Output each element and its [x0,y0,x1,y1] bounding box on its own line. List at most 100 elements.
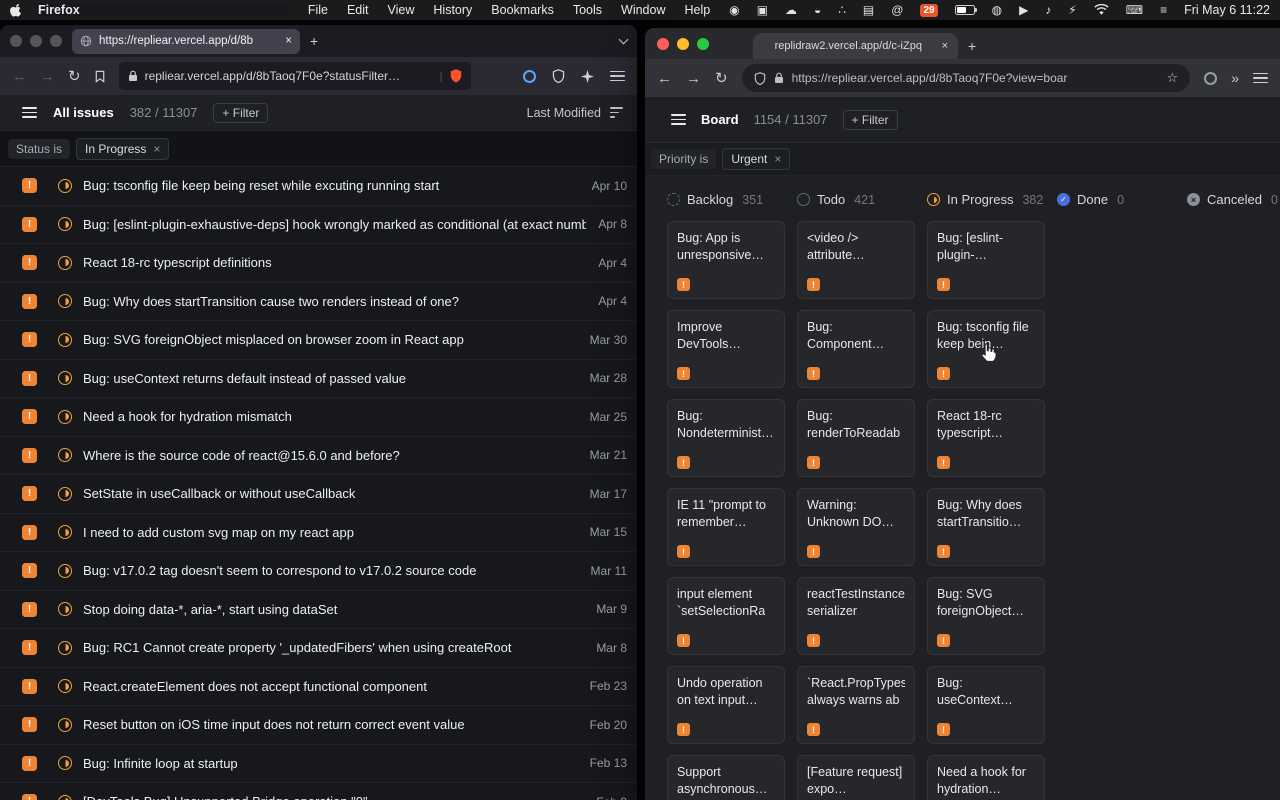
issue-row[interactable]: ! Reset button on iOS time input does no… [0,706,637,745]
mention-icon[interactable]: @ [891,3,903,17]
issue-row[interactable]: ! [DevTools Bug] Unsupported Bridge oper… [0,783,637,800]
menu-icon[interactable] [610,71,625,82]
new-tab-button[interactable]: + [310,34,318,48]
address-bar[interactable]: https://repliear.vercel.app/d/8bTaoq7F0e… [742,64,1191,92]
column-header[interactable]: Todo 421 [797,192,915,207]
control-center-icon[interactable]: ≡ [1160,3,1167,17]
zoom-button[interactable] [50,35,62,47]
issue-row[interactable]: ! Bug: useContext returns default instea… [0,360,637,399]
play-icon[interactable]: ▶ [1019,3,1028,17]
sidebar-toggle-icon[interactable] [22,107,37,118]
reload-button[interactable]: ↻ [68,69,81,84]
issue-row[interactable]: ! Bug: Why does startTransition cause tw… [0,283,637,322]
brave-shield-icon[interactable] [450,69,462,83]
record-icon[interactable]: ◉ [729,3,739,17]
eject-icon[interactable]: ◍ [992,3,1002,17]
column-header[interactable]: Canceled 0 [1187,192,1280,207]
board-card[interactable]: Improve DevTools… ! [667,310,785,388]
board-card[interactable]: Bug: SVG foreignObject… ! [927,577,1045,655]
board-card[interactable]: Bug: Nondeterminist… ! [667,399,785,477]
board-card[interactable]: reactTestInstance serializer ! [797,577,915,655]
column-header[interactable]: Backlog 351 [667,192,785,207]
issue-row[interactable]: ! Stop doing data-*, aria-*, start using… [0,591,637,630]
board-card[interactable]: Bug: renderToReadab ! [797,399,915,477]
board-card[interactable]: React 18-rc typescript… ! [927,399,1045,477]
menu-icon[interactable] [1253,73,1268,84]
board-card[interactable]: Bug: [eslint-plugin-… ! [927,221,1045,299]
new-tab-button[interactable]: + [968,38,976,54]
menu-help[interactable]: Help [684,3,710,17]
back-button[interactable]: ← [657,71,672,86]
issue-row[interactable]: ! Bug: tsconfig file keep being reset wh… [0,167,637,206]
browser-tab[interactable]: https://repliear.vercel.app/d/8b × [72,29,300,54]
menu-window[interactable]: Window [621,3,665,17]
apple-icon[interactable] [10,3,22,17]
forward-button[interactable]: → [40,69,55,84]
menubar-clock[interactable]: Fri May 6 11:22 [1184,3,1270,17]
menu-view[interactable]: View [388,3,415,17]
bookmark-star-icon[interactable]: ☆ [1167,70,1179,86]
remove-filter-icon[interactable]: × [153,142,160,156]
battery-icon[interactable] [955,5,975,15]
issue-row[interactable]: ! Need a hook for hydration mismatch Mar… [0,398,637,437]
board-card[interactable]: input element `setSelectionRa ! [667,577,785,655]
board-card[interactable]: Bug: App is unresponsive… ! [667,221,785,299]
paw-icon[interactable]: ∴ [838,3,846,17]
issue-row[interactable]: ! React.createElement does not accept fu… [0,668,637,707]
menu-file[interactable]: File [308,3,328,17]
board-card[interactable]: [Feature request] expo… ! [797,755,915,800]
issue-row[interactable]: ! Bug: [eslint-plugin-exhaustive-deps] h… [0,206,637,245]
board-card[interactable]: <video /> attribute… ! [797,221,915,299]
menu-firefox[interactable]: Firefox [38,3,289,17]
issue-row[interactable]: ! React 18-rc typescript definitions Apr… [0,244,637,283]
minimize-button[interactable] [30,35,42,47]
menu-edit[interactable]: Edit [347,3,369,17]
overflow-icon[interactable]: » [1231,70,1239,86]
board-card[interactable]: Bug: Component… ! [797,310,915,388]
issue-row[interactable]: ! Where is the source code of react@15.6… [0,437,637,476]
board-card[interactable]: IE 11 "prompt to remember… ! [667,488,785,566]
browser-tab[interactable]: replidraw2.vercel.app/d/c-iZpq × [753,33,958,59]
back-button[interactable]: ← [12,69,27,84]
list-tabs-icon[interactable] [619,35,629,45]
add-filter-button[interactable]: + Filter [843,110,898,130]
board-card[interactable]: Warning: Unknown DO… ! [797,488,915,566]
charge-icon[interactable]: ⚡ [1068,3,1076,17]
menu-bookmarks[interactable]: Bookmarks [491,3,554,17]
reload-button[interactable]: ↻ [715,71,728,86]
menu-tools[interactable]: Tools [573,3,602,17]
keyboard-icon[interactable]: ⌨ [1126,3,1143,17]
issue-row[interactable]: ! Bug: Infinite loop at startup Feb 13 [0,745,637,784]
bookmark-icon[interactable] [94,70,106,83]
add-filter-button[interactable]: + Filter [213,103,268,123]
sidebar-toggle-icon[interactable] [671,114,686,125]
issue-row[interactable]: ! SetState in useCallback or without use… [0,475,637,514]
minimize-button[interactable] [677,38,689,50]
board-card[interactable]: Bug: Why does startTransitio… ! [927,488,1045,566]
tab-close-icon[interactable]: × [285,35,292,47]
display-icon[interactable]: ▤ [863,3,874,17]
badge-29[interactable]: 29 [920,4,937,17]
menu-history[interactable]: History [433,3,472,17]
cloud-icon[interactable]: ☁ [785,3,797,17]
video-icon[interactable]: ▣ [757,3,768,17]
container-badge-icon[interactable] [523,70,536,83]
issue-row[interactable]: ! Bug: v17.0.2 tag doesn't seem to corre… [0,552,637,591]
extensions-icon[interactable] [581,70,594,83]
close-button[interactable] [657,38,669,50]
board-card[interactable]: Undo operation on text input… ! [667,666,785,744]
volume-icon[interactable]: ♪ [1045,3,1051,17]
zoom-button[interactable] [697,38,709,50]
tab-close-icon[interactable]: × [942,40,948,52]
board-card[interactable]: Bug: useContext… ! [927,666,1045,744]
filter-value-chip[interactable]: In Progress × [76,138,169,160]
column-header[interactable]: In Progress 382 [927,192,1045,207]
board-card[interactable]: Support asynchronous… ! [667,755,785,800]
forward-button[interactable]: → [686,71,701,86]
issue-row[interactable]: ! I need to add custom svg map on my rea… [0,514,637,553]
board-card[interactable]: Need a hook for hydration… ! [927,755,1045,800]
address-bar[interactable]: repliear.vercel.app/d/8bTaoq7F0e?statusF… [119,62,471,90]
wifi-icon[interactable] [1094,4,1109,16]
issue-row[interactable]: ! Bug: RC1 Cannot create property '_upda… [0,629,637,668]
extension-badge-icon[interactable] [1204,72,1217,85]
